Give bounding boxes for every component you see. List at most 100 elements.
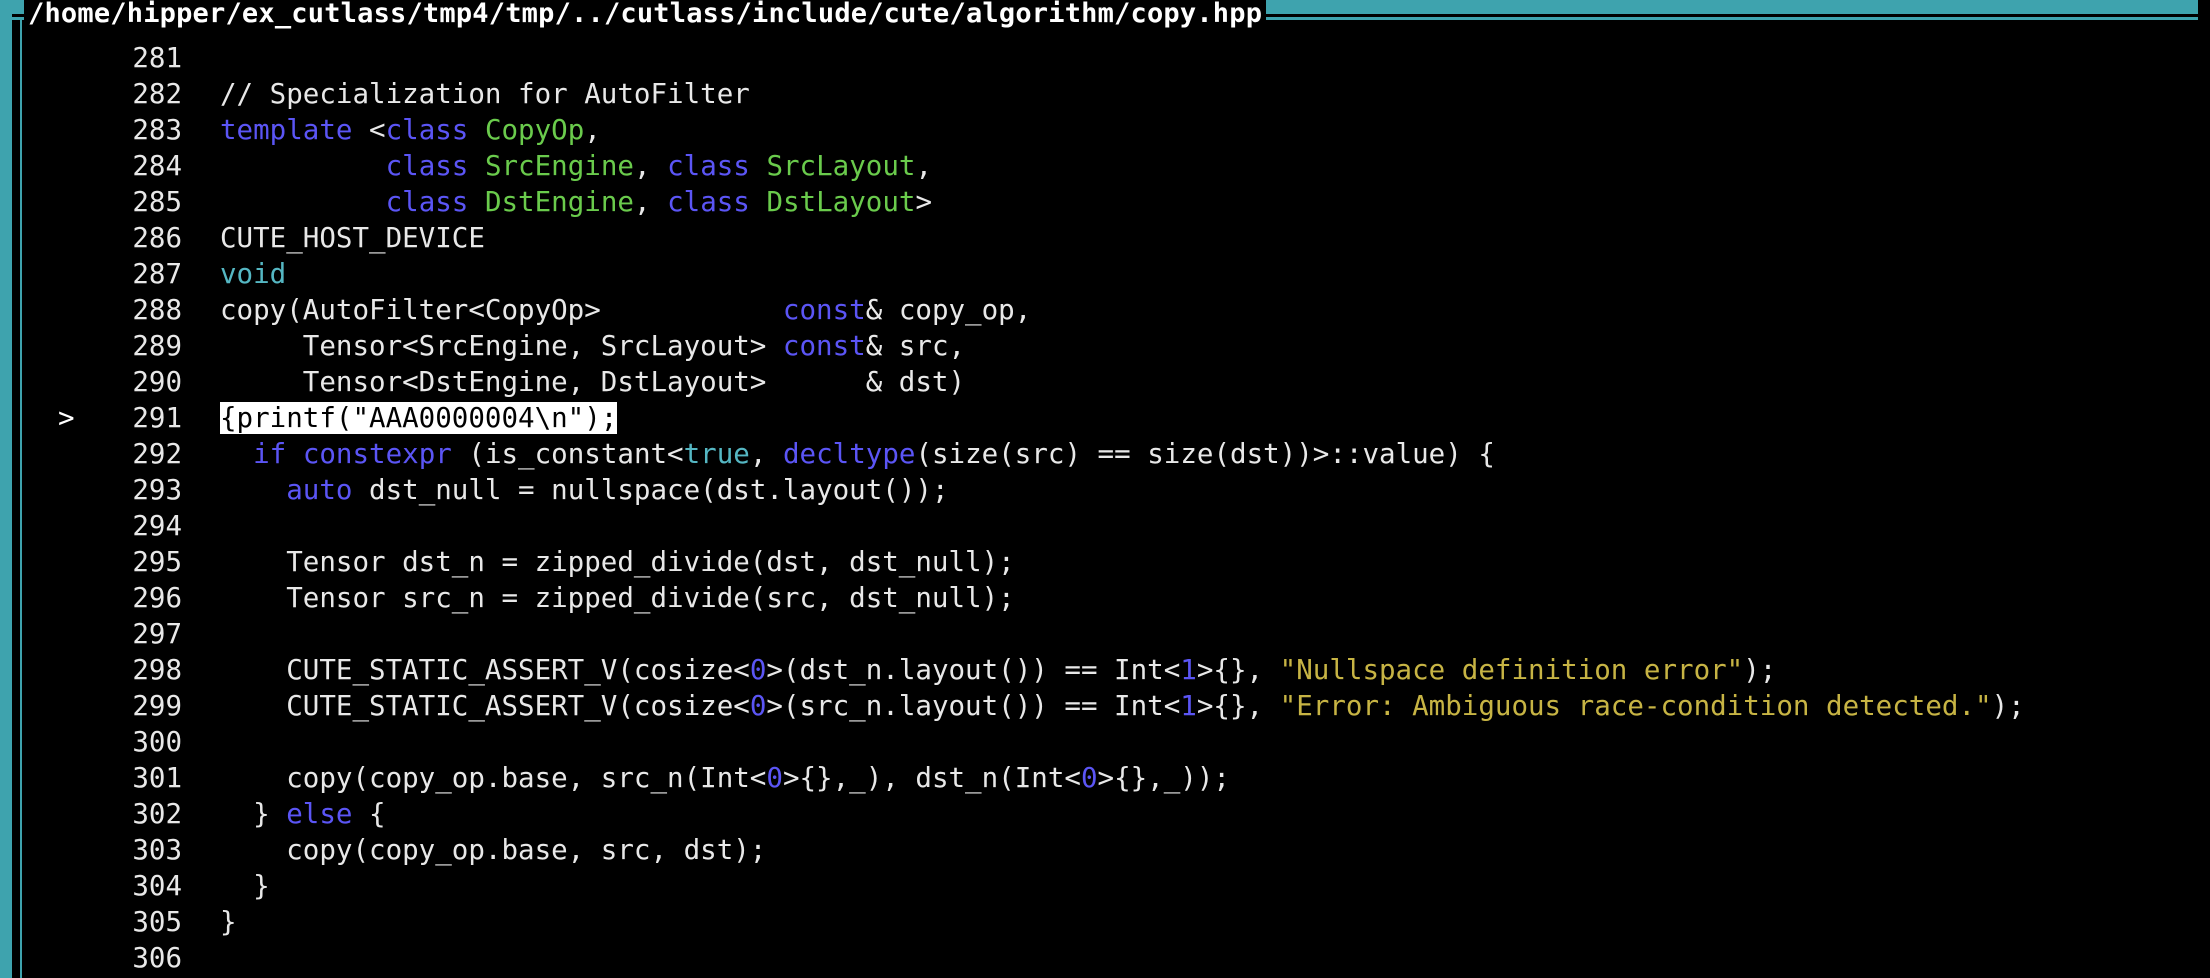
code-token: ,	[633, 150, 668, 182]
line-number: 289	[132, 330, 182, 362]
line-number: 295	[132, 546, 182, 578]
line-code: Tensor<SrcEngine, SrcLayout> const& src,	[220, 328, 965, 364]
line-code: // Specialization for AutoFilter	[220, 76, 750, 112]
source-line[interactable]: 282 // Specialization for AutoFilter	[12, 76, 2198, 112]
code-token: copy(AutoFilter<CopyOp>	[220, 294, 783, 326]
source-line[interactable]: 287 void	[12, 256, 2198, 292]
code-token: 1	[1180, 690, 1197, 722]
line-number: 293	[132, 474, 182, 506]
code-token: >(dst_n.layout()) == Int<	[766, 654, 1181, 686]
line-code: template <class CopyOp,	[220, 112, 601, 148]
source-line[interactable]: 296 Tensor src_n = zipped_divide(src, ds…	[12, 580, 2198, 616]
source-line[interactable]: 288 copy(AutoFilter<CopyOp> const& copy_o…	[12, 292, 2198, 328]
code-token: const	[782, 330, 866, 362]
line-number: 287	[132, 258, 182, 290]
line-number: 288	[132, 294, 182, 326]
source-line[interactable]: 299 CUTE_STATIC_ASSERT_V(cosize<0>(src_n…	[12, 688, 2198, 724]
file-path-title: /home/hipper/ex_cutlass/tmp4/tmp/../cutl…	[24, 0, 1267, 34]
source-line[interactable]: 300	[12, 724, 2198, 760]
line-number: 304	[132, 870, 182, 902]
line-number: 285	[132, 186, 182, 218]
code-token: ,	[915, 150, 933, 182]
highlighted-code-token: {printf("AAA0000004\n");	[220, 402, 618, 434]
code-token: class	[385, 114, 469, 146]
line-number: 294	[132, 510, 182, 542]
source-line[interactable]: 281	[12, 40, 2198, 76]
code-token: >{},_));	[1097, 762, 1230, 794]
code-token: auto	[286, 474, 353, 506]
source-code-view[interactable]: 281 282// Specialization for AutoFilter 28…	[12, 40, 2198, 978]
code-token: );	[1743, 654, 1777, 686]
source-line[interactable]: >291 {printf("AAA0000004\n");	[12, 400, 2198, 436]
code-token: decltype	[782, 438, 916, 470]
code-token: 0	[749, 654, 767, 686]
code-token: copy(copy_op.base, src, dst);	[220, 834, 767, 866]
code-token: Tensor<DstEngine, DstLayout> & dst)	[220, 366, 966, 398]
code-token: dst_null = nullspace(dst.layout());	[352, 474, 949, 506]
line-number: 305	[132, 906, 182, 938]
code-token: <	[352, 114, 386, 146]
code-token: 1	[1180, 654, 1197, 686]
line-number: 283	[132, 114, 182, 146]
source-line[interactable]: 289 Tensor<SrcEngine, SrcLayout> const& …	[12, 328, 2198, 364]
source-line[interactable]: 298 CUTE_STATIC_ASSERT_V(cosize<0>(dst_n…	[12, 652, 2198, 688]
code-token: }	[220, 870, 270, 902]
code-token: SrcLayout	[766, 150, 916, 182]
code-token: if	[253, 438, 287, 470]
source-line[interactable]: 302 } else {	[12, 796, 2198, 832]
line-code: Tensor dst_n = zipped_divide(dst, dst_nu…	[220, 544, 1015, 580]
line-number: 286	[132, 222, 182, 254]
line-number: 306	[132, 942, 182, 974]
line-code: if constexpr (is_constant<true, decltype…	[220, 436, 1495, 472]
source-line[interactable]: 303 copy(copy_op.base, src, dst);	[12, 832, 2198, 868]
code-token: }	[220, 906, 237, 938]
source-line[interactable]: 285 class DstEngine, class DstLayout>	[12, 184, 2198, 220]
source-line[interactable]: 306	[12, 940, 2198, 976]
source-line[interactable]: 305}	[12, 904, 2198, 940]
line-number: 298	[132, 654, 182, 686]
code-token: 0	[749, 690, 767, 722]
source-line[interactable]: 284 class SrcEngine, class SrcLayout,	[12, 148, 2198, 184]
source-line[interactable]: 290 Tensor<DstEngine, DstLayout> & dst)	[12, 364, 2198, 400]
code-token: CUTE_HOST_DEVICE	[220, 222, 485, 254]
code-token: "Error: Ambiguous race-condition detecte…	[1279, 690, 1992, 722]
code-token: 0	[766, 762, 783, 794]
source-line[interactable]: 295 Tensor dst_n = zipped_divide(dst, ds…	[12, 544, 2198, 580]
source-line[interactable]: 283 template <class CopyOp,	[12, 112, 2198, 148]
code-token: class	[385, 186, 469, 218]
code-token: >{},	[1196, 654, 1280, 686]
code-token: class	[385, 150, 469, 182]
code-token: >	[915, 186, 933, 218]
source-line[interactable]: 301 copy(copy_op.base, src_n(Int<0>{},_)…	[12, 760, 2198, 796]
line-code: Tensor<DstEngine, DstLayout> & dst)	[220, 364, 965, 400]
line-number: 297	[132, 618, 182, 650]
source-line[interactable]: 297	[12, 616, 2198, 652]
source-line[interactable]: 293 auto dst_null = nullspace(dst.layout…	[12, 472, 2198, 508]
code-token: >{},_), dst_n(Int<	[782, 762, 1081, 794]
line-code: Tensor src_n = zipped_divide(src, dst_nu…	[220, 580, 1015, 616]
code-token: DstEngine	[484, 186, 634, 218]
code-token: >{},	[1196, 690, 1280, 722]
code-token: 0	[1080, 762, 1098, 794]
source-line[interactable]: 292 if constexpr (is_constant<true, decl…	[12, 436, 2198, 472]
source-line[interactable]: 286 CUTE_HOST_DEVICE	[12, 220, 2198, 256]
line-code: auto dst_null = nullspace(dst.layout());	[220, 472, 949, 508]
line-number: 290	[132, 366, 182, 398]
line-number: 281	[132, 42, 182, 74]
source-line[interactable]: 304 }	[12, 868, 2198, 904]
line-number: 302	[132, 798, 182, 830]
code-token: Tensor<SrcEngine, SrcLayout>	[220, 330, 783, 362]
line-code: copy(copy_op.base, src_n(Int<0>{},_), ds…	[220, 760, 1230, 796]
source-line[interactable]: 294	[12, 508, 2198, 544]
code-token: }	[220, 798, 287, 830]
code-token: else	[286, 798, 353, 830]
code-token: constexpr	[302, 438, 452, 470]
line-number: 291	[132, 402, 182, 434]
line-code: class SrcEngine, class SrcLayout,	[220, 148, 932, 184]
code-token: true	[683, 438, 750, 470]
